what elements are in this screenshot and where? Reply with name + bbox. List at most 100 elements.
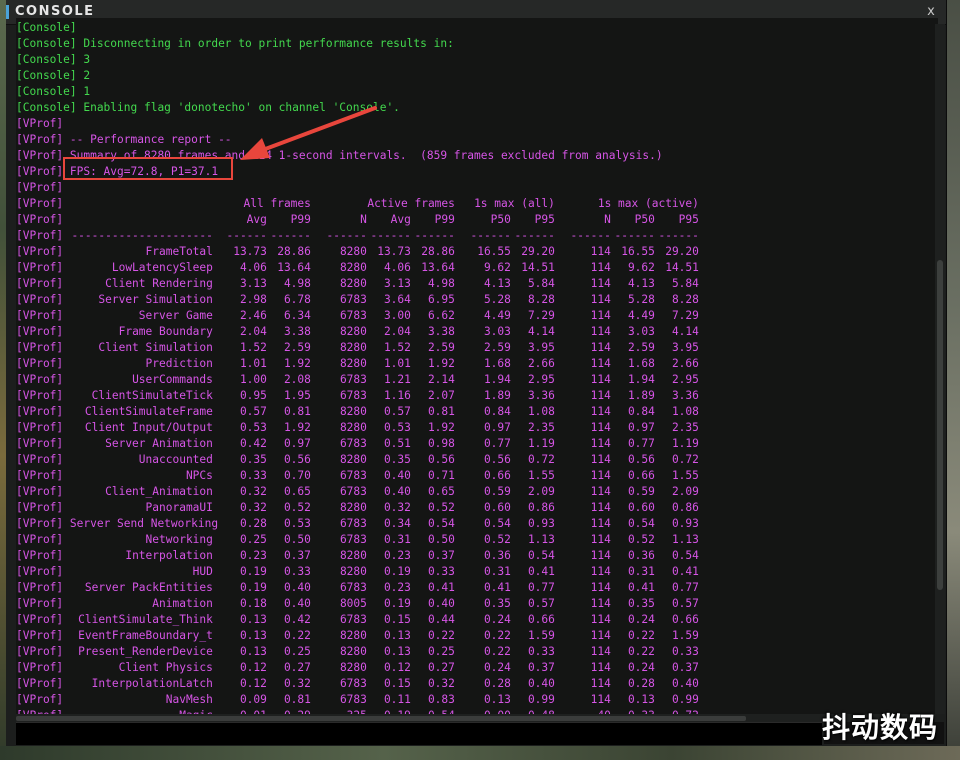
row-value: 0.11 <box>383 693 411 706</box>
row-value: 114 <box>590 613 611 626</box>
row-value: 0.54 <box>671 549 699 562</box>
table-row: [VProf] Client Rendering 3.13 4.98 8280 3.13… <box>16 276 699 292</box>
row-value: 6783 <box>339 533 367 546</box>
row-value: 1.89 <box>627 389 655 402</box>
console-line: [Console] 3 <box>16 53 91 66</box>
row-value: 0.84 <box>627 405 655 418</box>
row-value: 8280 <box>339 277 367 290</box>
row-value: 0.40 <box>383 485 411 498</box>
row-label: Prediction <box>145 357 213 370</box>
row-value: 0.41 <box>527 565 555 578</box>
separator-cell: ------ <box>226 229 267 242</box>
row-value: 0.22 <box>283 629 311 642</box>
row-value: 16.55 <box>477 245 511 258</box>
row-value: 114 <box>590 597 611 610</box>
row-value: 0.28 <box>483 677 511 690</box>
vertical-scrollbar[interactable] <box>935 24 945 714</box>
row-value: 16.55 <box>621 245 655 258</box>
separator-cell: ------ <box>470 229 511 242</box>
row-value: 0.70 <box>283 469 311 482</box>
row-value: 6783 <box>339 581 367 594</box>
row-value: 0.23 <box>383 549 411 562</box>
row-value: 0.41 <box>671 565 699 578</box>
command-input[interactable] <box>20 725 820 745</box>
row-value: 6783 <box>339 373 367 386</box>
row-value: 0.19 <box>239 581 267 594</box>
vprof-prefix: [VProf] <box>16 581 70 594</box>
table-row: [VProf] Networking 0.25 0.50 6783 0.31 0.50 0.… <box>16 532 699 548</box>
row-value: 114 <box>590 485 611 498</box>
row-value: 0.86 <box>671 501 699 514</box>
row-value: 0.71 <box>427 469 455 482</box>
row-value: 0.22 <box>627 629 655 642</box>
vprof-prefix: [VProf] <box>16 485 70 498</box>
table-row: [VProf] Server Animation 0.42 0.97 6783 0.51… <box>16 436 699 452</box>
table-row: [VProf] UserCommands 1.00 2.08 6783 1.21 2.14… <box>16 372 699 388</box>
row-value: 1.55 <box>671 469 699 482</box>
vprof-prefix: [VProf] <box>16 597 70 610</box>
row-value: 0.13 <box>239 613 267 626</box>
column-header: P99 <box>434 213 455 226</box>
table-row: [VProf] FrameTotal 13.73 28.86 8280 13.73 28.… <box>16 244 699 260</box>
row-label: Client Physics <box>118 661 213 674</box>
row-value: 0.97 <box>627 421 655 434</box>
column-header: P50 <box>490 213 511 226</box>
row-value: 114 <box>590 661 611 674</box>
table-row: [VProf] NPCs 0.33 0.70 6783 0.40 0.71 0.66 1.55… <box>16 468 699 484</box>
row-label: Client Input/Output <box>84 421 213 434</box>
vprof-prefix: [VProf] <box>16 501 70 514</box>
row-value: 0.54 <box>427 517 455 530</box>
row-value: 13.73 <box>377 245 411 258</box>
row-value: 8280 <box>339 565 367 578</box>
horizontal-scroll-thumb[interactable] <box>16 716 746 721</box>
row-value: 0.15 <box>383 613 411 626</box>
row-value: 0.32 <box>283 677 311 690</box>
vprof-prefix: [VProf] <box>16 325 70 338</box>
row-value: 0.60 <box>483 501 511 514</box>
table-row: [VProf] Server Game 2.46 6.34 6783 3.00 6.62 4… <box>16 308 699 324</box>
row-value: 2.07 <box>427 389 455 402</box>
separator-cell: ------ <box>658 229 699 242</box>
vprof-prefix: [VProf] <box>16 421 70 434</box>
row-value: 0.35 <box>627 597 655 610</box>
row-value: 114 <box>590 245 611 258</box>
horizontal-scrollbar[interactable] <box>16 714 936 722</box>
row-value: 6783 <box>339 613 367 626</box>
row-value: 2.14 <box>427 373 455 386</box>
column-header: P99 <box>290 213 311 226</box>
row-label: ClientSimulateFrame <box>84 405 213 418</box>
row-value: 114 <box>590 549 611 562</box>
row-value: 1.92 <box>427 421 455 434</box>
row-value: 13.64 <box>277 261 311 274</box>
row-value: 8280 <box>339 629 367 642</box>
row-value: 2.66 <box>671 357 699 370</box>
row-value: 0.24 <box>483 613 511 626</box>
table-row: [VProf] InterpolationLatch 0.12 0.32 6783 0.… <box>16 676 699 692</box>
row-value: 3.38 <box>283 325 311 338</box>
row-value: 0.72 <box>671 453 699 466</box>
table-row: [VProf] Frame Boundary 2.04 3.38 8280 2.04 3.… <box>16 324 699 340</box>
row-value: 4.13 <box>483 277 511 290</box>
row-value: 0.95 <box>239 389 267 402</box>
row-value: 0.13 <box>627 693 655 706</box>
row-value: 2.66 <box>527 357 555 370</box>
vprof-line: [VProf] -- Performance report -- <box>16 133 232 146</box>
row-value: 0.33 <box>527 645 555 658</box>
row-value: 0.41 <box>483 581 511 594</box>
row-value: 0.19 <box>239 565 267 578</box>
group-header: All frames <box>243 197 311 210</box>
row-value: 2.98 <box>239 293 267 306</box>
row-value: 0.54 <box>627 517 655 530</box>
row-value: 0.72 <box>527 453 555 466</box>
row-value: 0.51 <box>383 437 411 450</box>
row-value: 0.13 <box>383 629 411 642</box>
table-row: [VProf] Server Send Networking 0.28 0.53 67… <box>16 516 699 532</box>
vertical-scroll-thumb[interactable] <box>937 260 943 590</box>
separator-cell: ------ <box>326 229 367 242</box>
row-value: 0.09 <box>239 693 267 706</box>
column-header: P95 <box>534 213 555 226</box>
row-value: 3.00 <box>383 309 411 322</box>
row-value: 0.25 <box>239 533 267 546</box>
row-label: HUD <box>192 565 213 578</box>
row-label: Server Game <box>138 309 213 322</box>
